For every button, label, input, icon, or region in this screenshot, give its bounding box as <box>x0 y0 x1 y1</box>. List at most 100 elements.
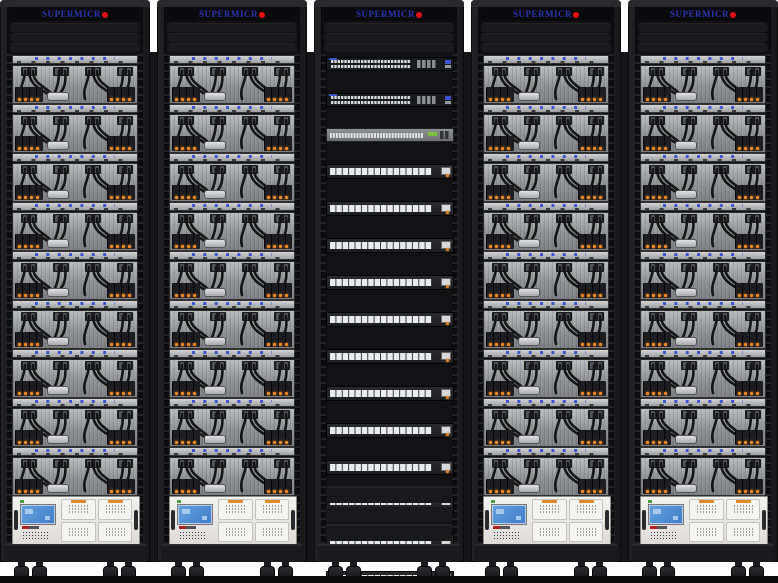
psu-led <box>193 294 196 297</box>
psu-status-leds <box>489 441 510 444</box>
blank-panel <box>326 486 452 503</box>
psu-status-leds <box>646 98 667 101</box>
psu-led <box>279 294 282 297</box>
psu-led <box>599 196 602 199</box>
server-chassis <box>483 212 609 251</box>
psu-led <box>646 294 649 297</box>
cdu-control-panel <box>490 499 527 542</box>
io-tray <box>12 202 138 211</box>
psu-led <box>581 98 584 101</box>
cable-receptacle <box>47 386 69 395</box>
io-port-dots <box>506 155 586 158</box>
psu-module <box>172 234 200 249</box>
psu-led <box>664 98 667 101</box>
io-port-dots <box>35 302 115 305</box>
brand-logo-text: SUPERMICR <box>670 10 729 19</box>
mgmt-switch-unit-2 <box>326 93 454 107</box>
io-tray <box>12 251 138 260</box>
cdu-control-panel <box>19 499 56 542</box>
status-chip <box>445 101 451 104</box>
gpu-server-unit-1 <box>483 55 609 102</box>
psu-led <box>36 490 39 493</box>
io-tray <box>640 349 766 358</box>
cable-receptacle <box>204 190 226 199</box>
psu-led <box>652 245 655 248</box>
psu-module <box>264 87 292 102</box>
psu-status-leds <box>175 392 196 395</box>
io-tray <box>640 55 766 64</box>
cable <box>555 316 560 344</box>
cdu-drawer-grid <box>218 499 289 542</box>
psu-module <box>15 381 43 396</box>
psu-led <box>30 147 33 150</box>
psu-led <box>587 490 590 493</box>
psu-led <box>175 441 178 444</box>
psu-led <box>652 343 655 346</box>
psu-led <box>18 196 21 199</box>
io-cable-marks <box>17 306 133 308</box>
psu-led <box>501 343 504 346</box>
vent-panel <box>10 23 140 53</box>
cable <box>712 120 717 148</box>
cable <box>84 414 89 442</box>
psu-led <box>267 245 270 248</box>
psu-led <box>738 294 741 297</box>
psu-status-leds <box>581 343 602 346</box>
psu-led <box>181 98 184 101</box>
io-cable-marks <box>488 257 604 259</box>
io-tray <box>483 251 609 260</box>
psu-led <box>593 294 596 297</box>
server-chassis <box>640 163 766 202</box>
lcd-graphic <box>516 516 521 520</box>
cable <box>84 169 89 197</box>
gpu-server-unit-3 <box>640 153 766 200</box>
gpu-server-unit-9 <box>12 447 138 494</box>
drawer-vent-grille <box>539 505 559 514</box>
io-cable-marks <box>174 257 290 259</box>
psu-led <box>581 196 584 199</box>
psu-status-leds <box>110 98 131 101</box>
psu-status-leds <box>738 490 759 493</box>
psu-led <box>593 343 596 346</box>
psu-led <box>507 392 510 395</box>
blank-panel <box>326 524 452 541</box>
psu-led <box>175 294 178 297</box>
psu-module <box>643 87 671 102</box>
psu-module <box>578 332 606 347</box>
cdu-drawer-grid <box>689 499 760 542</box>
io-port-dots <box>35 449 115 452</box>
leaf-switch-unit-8 <box>326 423 454 438</box>
psu-led <box>587 98 590 101</box>
floor-shadow <box>0 576 778 583</box>
psu-status-leds <box>175 196 196 199</box>
io-tray <box>169 104 295 113</box>
psu-led <box>128 245 131 248</box>
psu-led <box>664 392 667 395</box>
vent-slat <box>167 23 297 32</box>
psu-status-leds <box>581 392 602 395</box>
drawer-vent-grille <box>576 527 596 536</box>
brand-logo: SUPERMICRO <box>10 8 140 21</box>
cable-receptacle <box>675 190 697 199</box>
leaf-switch-unit-3 <box>326 238 454 253</box>
io-cable-marks <box>645 159 761 161</box>
psu-led <box>658 441 661 444</box>
io-tray <box>169 55 295 64</box>
psu-module <box>264 430 292 445</box>
psu-module <box>172 479 200 494</box>
psu-led <box>24 490 27 493</box>
psu-module <box>735 283 763 298</box>
gpu-server-unit-8 <box>12 398 138 445</box>
drawer-vent-grille <box>262 505 282 514</box>
psu-led <box>122 392 125 395</box>
psu-module <box>486 136 514 151</box>
port-row <box>330 353 432 360</box>
psu-led <box>267 441 270 444</box>
cable <box>712 71 717 99</box>
psu-status-leds <box>738 196 759 199</box>
psu-led <box>18 245 21 248</box>
psu-led <box>599 441 602 444</box>
psu-led <box>581 343 584 346</box>
io-cable-marks <box>488 306 604 308</box>
io-port-dots <box>192 204 272 207</box>
